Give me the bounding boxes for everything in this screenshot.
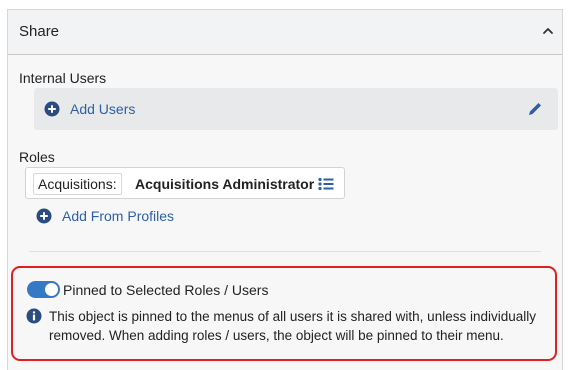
share-title: Share xyxy=(19,23,60,40)
plus-circle-icon xyxy=(44,101,60,117)
internal-users-label: Internal Users xyxy=(19,70,107,86)
info-circle-icon xyxy=(26,308,42,324)
pinned-info-text: This object is pinned to the menus of al… xyxy=(49,309,536,343)
roles-label: Roles xyxy=(19,149,55,165)
share-header[interactable]: Share xyxy=(8,10,562,55)
add-from-profiles-label: Add From Profiles xyxy=(62,208,175,224)
chevron-up-icon[interactable] xyxy=(541,24,555,38)
add-users-button[interactable]: Add Users xyxy=(44,100,135,118)
divider xyxy=(29,251,541,252)
role-module: Acquisitions: xyxy=(33,173,122,195)
pencil-icon[interactable] xyxy=(526,100,544,118)
toggle-knob xyxy=(45,283,58,296)
list-icon[interactable] xyxy=(318,177,334,191)
pinned-toggle[interactable] xyxy=(27,281,60,298)
share-panel: Share Internal Users Add Users Roles Acq… xyxy=(7,9,563,370)
pinned-toggle-label: Pinned to Selected Roles / Users xyxy=(63,282,269,298)
internal-users-box: Add Users xyxy=(34,88,558,130)
role-item[interactable]: Acquisitions: Acquisitions Administrator xyxy=(25,167,345,199)
role-name: Acquisitions Administrator xyxy=(135,176,315,192)
add-from-profiles-button[interactable]: Add From Profiles xyxy=(36,207,174,225)
add-users-label: Add Users xyxy=(70,101,136,117)
plus-circle-icon xyxy=(36,208,52,224)
